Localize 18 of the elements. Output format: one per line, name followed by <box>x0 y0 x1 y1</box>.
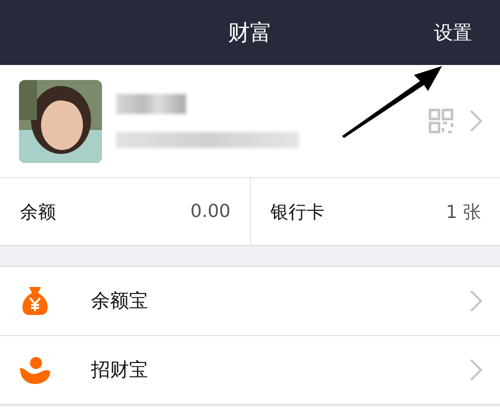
chevron-icon <box>470 110 482 132</box>
stat-value: 0.00 <box>190 201 230 222</box>
menu-item[interactable]: 招财宝 <box>0 335 500 405</box>
menu-label: 余额宝 <box>91 289 149 314</box>
stat-label: 余额 <box>20 200 56 224</box>
redacted-name <box>116 94 186 114</box>
profile-card[interactable] <box>0 65 500 178</box>
menu-item[interactable]: 余额宝 <box>0 266 500 335</box>
stat-cell[interactable]: 余额 0.00 <box>0 178 250 245</box>
chevron-icon <box>470 290 482 312</box>
stat-value: 1 张 <box>446 200 481 224</box>
page-title: 财富 <box>228 20 272 48</box>
chevron-icon <box>470 359 482 381</box>
bowl-icon <box>19 354 51 386</box>
stat-label: 银行卡 <box>270 200 324 224</box>
settings-button[interactable]: 设置 <box>434 20 472 46</box>
menu-label: 招财宝 <box>91 358 149 383</box>
stat-cell[interactable]: 银行卡 1 张 <box>250 178 500 245</box>
